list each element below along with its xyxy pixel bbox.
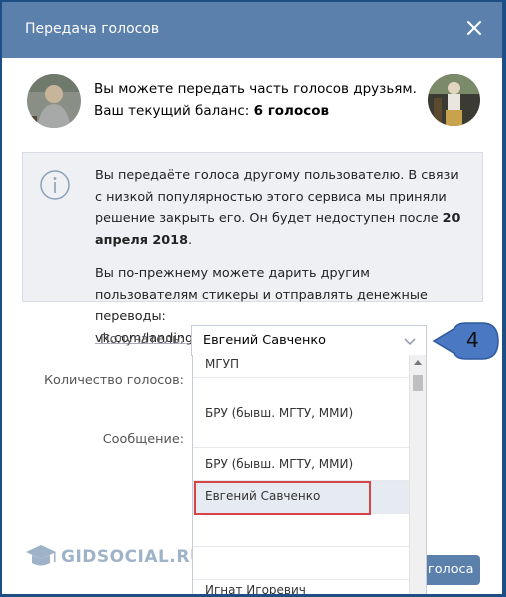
intro-line: Вы можете передать часть голосов друзьям… — [94, 81, 417, 97]
intro-text: Вы можете передать часть голосов друзьям… — [94, 78, 417, 122]
balance-line: Ваш текущий баланс: 6 голосов — [94, 100, 417, 122]
send-votes-button-label: голоса — [428, 562, 474, 577]
dialog-header: Передача голосов — [2, 2, 502, 58]
watermark: GIDSOCIAL.RU — [24, 540, 204, 574]
info-notice: Вы передаёте голоса другому пользователю… — [22, 152, 483, 346]
notice-p1-end: . — [187, 232, 193, 248]
vote-transfer-dialog: Передача голосов Вы можете передать част… — [2, 2, 502, 594]
dropdown-item[interactable]: МГУП — [193, 355, 409, 378]
dropdown-scrollbar[interactable] — [409, 355, 426, 594]
dropdown-item[interactable]: Игнат Игоревич — [193, 580, 409, 594]
votes-count-label: Количество голосов: — [43, 373, 184, 388]
dropdown-item[interactable] — [193, 514, 409, 547]
highlight-frame — [194, 481, 371, 515]
recipient-select[interactable]: Евгений Савченко — [191, 325, 427, 356]
graduation-cap-icon — [26, 545, 56, 566]
dropdown-item[interactable]: БРУ (бывш. МГТУ, ММИ) — [193, 448, 409, 481]
info-icon — [40, 170, 70, 200]
recipient-select-value: Евгений Савченко — [203, 333, 326, 348]
dialog-title: Передача голосов — [25, 21, 160, 37]
scrollbar-thumb[interactable] — [413, 375, 423, 391]
chevron-down-icon — [404, 338, 416, 346]
balance-label: Ваш текущий баланс: — [94, 103, 254, 119]
scroll-up-arrow-icon[interactable] — [414, 360, 422, 365]
notice-paragraph-1: Вы передаёте голоса другому пользователю… — [95, 165, 467, 251]
close-icon[interactable] — [464, 18, 484, 38]
recipient-label: Получатель: — [100, 332, 184, 347]
watermark-text: GIDSOCIAL.RU — [61, 547, 205, 567]
recipient-avatar — [428, 74, 480, 126]
dropdown-item[interactable] — [193, 547, 409, 580]
balance-value: 6 голосов — [253, 103, 330, 119]
send-votes-button[interactable]: голоса — [420, 555, 480, 585]
user-avatar — [27, 74, 81, 128]
dropdown-item[interactable]: БРУ (бывш. МГТУ, ММИ) — [193, 378, 409, 448]
step-number: 4 — [466, 328, 479, 352]
message-label: Сообщение: — [102, 432, 184, 447]
step-badge: 4 — [432, 321, 502, 361]
recipient-dropdown-list[interactable]: МГУП БРУ (бывш. МГТУ, ММИ) БРУ (бывш. МГ… — [192, 355, 427, 594]
notice-text: Вы передаёте голоса другому пользователю… — [95, 165, 467, 349]
notice-p1-text: Вы передаёте голоса другому пользователю… — [95, 168, 459, 226]
notice-p2-text: Вы по-прежнему можете дарить другим поль… — [95, 266, 428, 324]
